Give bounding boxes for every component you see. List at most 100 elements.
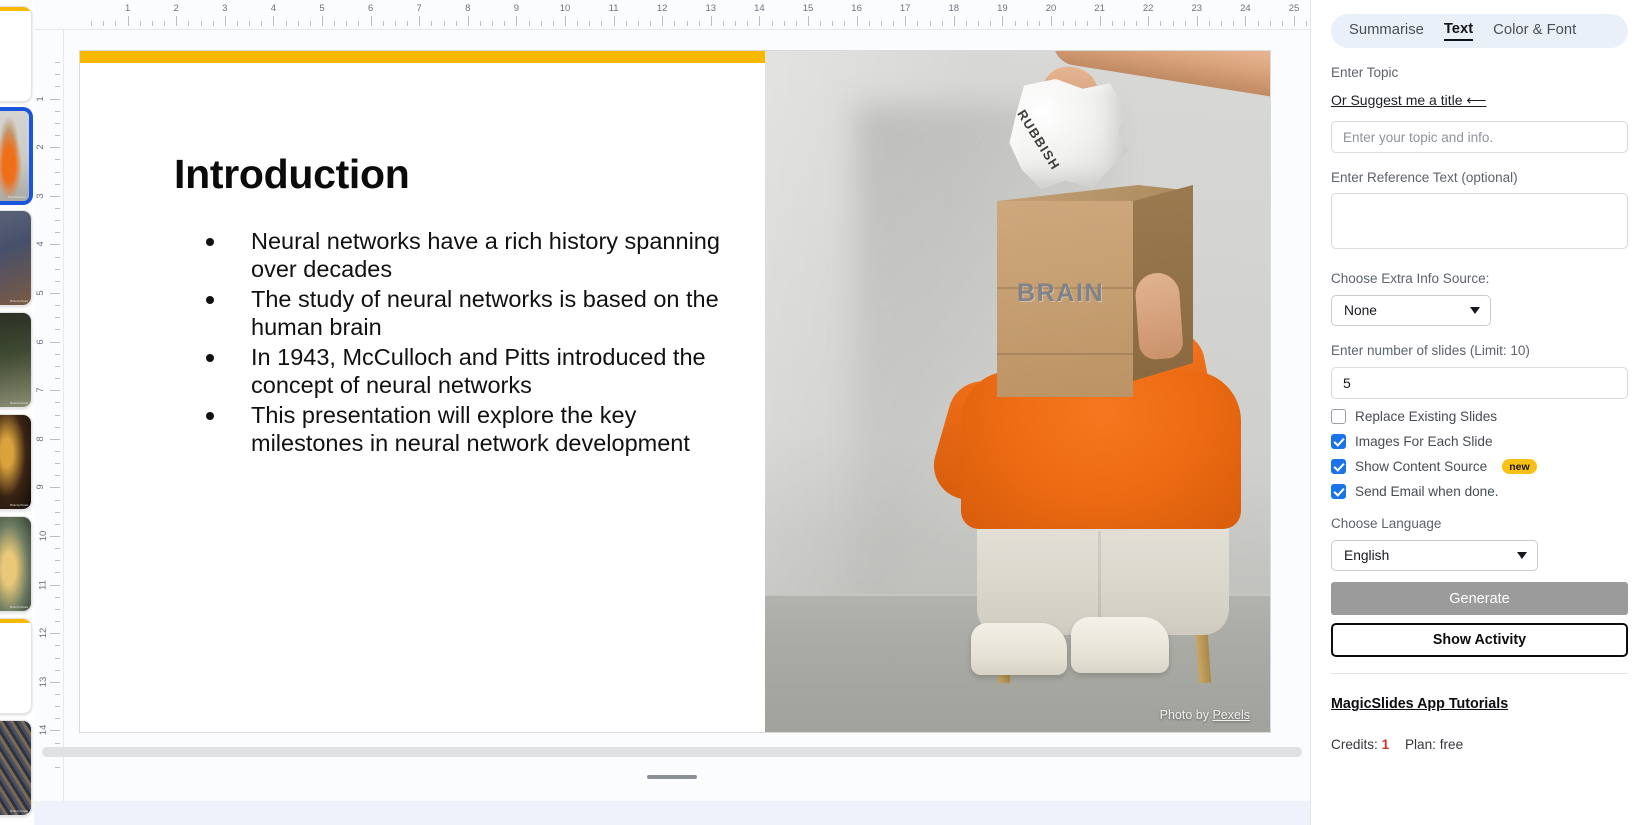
vertical-ruler: 1234567891011121314 [34, 30, 64, 825]
generate-button[interactable]: Generate [1331, 582, 1628, 615]
ruler-tick-minor [881, 21, 882, 26]
checkbox-row-images-for-each-slide[interactable]: Images For Each Slide [1331, 434, 1628, 449]
slide-thumbnail-rail[interactable]: Photo by Pexels Photo by Pexels Photo by… [0, 0, 34, 825]
ruler-tick-minor [213, 21, 214, 26]
ruler-tick-minor [55, 560, 60, 561]
sidebar-tab-bar[interactable]: Summarise Text Color & Font [1331, 14, 1628, 48]
ruler-tick-minor [966, 21, 967, 26]
slide-thumb-6[interactable]: Photo by Pexels [0, 516, 32, 612]
checkbox-label: Send Email when done. [1355, 484, 1499, 499]
ruler-tick-minor [55, 706, 60, 707]
ruler-tick-minor [601, 21, 602, 26]
credits-label: Credits: [1331, 737, 1378, 752]
ruler-tick-minor [699, 21, 700, 26]
ruler-tick-minor [55, 317, 60, 318]
plan-value: free [1440, 737, 1463, 752]
thumb-credit: Photo by Pexels [10, 810, 28, 813]
thumb-image [0, 211, 31, 305]
ruler-tick-minor [55, 232, 60, 233]
topic-input[interactable] [1331, 121, 1628, 153]
ruler-tick-minor [1112, 21, 1113, 26]
ruler-tick-minor [1075, 21, 1076, 26]
ruler-tick-minor [796, 21, 797, 26]
checkbox-row-show-content-source[interactable]: Show Content Source new [1331, 459, 1628, 474]
slide-thumb-5[interactable]: Photo by Pexels [0, 414, 32, 510]
ruler-tick-minor [1063, 21, 1064, 26]
photo-credit: Photo by Pexels [1160, 708, 1250, 722]
checkbox-send-email-when-done[interactable] [1331, 484, 1346, 499]
checkbox-row-send-email[interactable]: Send Email when done. [1331, 484, 1628, 499]
tab-color-font[interactable]: Color & Font [1493, 22, 1576, 40]
ruler-tick-minor [55, 86, 60, 87]
language-select-wrap: English [1331, 540, 1628, 571]
ruler-tick-minor [55, 354, 60, 355]
slide-bullet-item[interactable]: This presentation will explore the key m… [193, 401, 747, 457]
ruler-label: 22 [1143, 3, 1154, 14]
extra-info-source-label: Choose Extra Info Source: [1331, 271, 1628, 286]
panel-resize-handle[interactable] [647, 775, 697, 779]
checkbox-images-for-each-slide[interactable] [1331, 434, 1346, 449]
reference-text-area[interactable] [1331, 193, 1628, 249]
ruler-tick-minor [1124, 21, 1125, 26]
ruler-tick-minor [1282, 21, 1283, 26]
thumb-credit: Photo by Pexels [8, 196, 26, 199]
slide-thumb-1[interactable] [0, 6, 32, 102]
checkbox-row-replace-existing-slides[interactable]: Replace Existing Slides [1331, 409, 1628, 424]
slides-count-input[interactable] [1331, 367, 1628, 399]
ruler-tick-minor [346, 21, 347, 26]
slide-title[interactable]: Introduction [174, 151, 410, 198]
ruler-label: 9 [514, 3, 519, 14]
ruler-tick-minor [55, 463, 60, 464]
current-slide[interactable]: Introduction Neural networks have a rich… [79, 50, 1271, 733]
slide-editor-canvas[interactable]: 1234567891011121314151617181920212223242… [34, 0, 1310, 825]
ruler-tick-minor [735, 21, 736, 26]
ruler-tick [50, 293, 60, 294]
credits-value: 1 [1382, 737, 1390, 752]
slide-bullet-item[interactable]: The study of neural networks is based on… [193, 285, 747, 341]
extra-info-source-select[interactable]: None [1331, 295, 1491, 326]
ruler-label: 3 [35, 193, 46, 198]
slide-image-pane[interactable]: RUBBISH BRA [765, 51, 1270, 732]
horizontal-ruler: 1234567891011121314151617181920212223242… [34, 0, 1310, 30]
tab-text[interactable]: Text [1444, 21, 1473, 41]
slide-thumb-2[interactable]: Photo by Pexels [0, 108, 32, 204]
photo-credit-link[interactable]: Pexels [1212, 708, 1250, 722]
ruler-label: 5 [319, 3, 324, 14]
checkbox-replace-existing-slides[interactable] [1331, 409, 1346, 424]
slide-thumb-8[interactable]: Photo by Pexels [0, 720, 32, 816]
slide-bullet-item[interactable]: Neural networks have a rich history span… [193, 227, 747, 283]
ruler-tick-minor [1173, 21, 1174, 26]
slide-thumb-4[interactable]: Photo by Pexels [0, 312, 32, 408]
ruler-tick [225, 16, 226, 26]
photo-box-seam [997, 353, 1133, 355]
suggest-title-link[interactable]: Or Suggest me a title ⟵ [1331, 92, 1486, 109]
magicslides-sidebar[interactable]: Summarise Text Color & Font Enter Topic … [1310, 0, 1650, 825]
ruler-tick-minor [1233, 21, 1234, 26]
ruler-tick [50, 682, 60, 683]
ruler-tick-minor [286, 21, 287, 26]
ruler-tick-minor [772, 21, 773, 26]
canvas-horizontal-scrollbar[interactable] [42, 747, 1302, 757]
language-select[interactable]: English [1331, 540, 1538, 571]
ruler-label: 25 [1289, 3, 1300, 14]
slide-thumb-3[interactable]: Photo by Pexels [0, 210, 32, 306]
ruler-tick-minor [55, 378, 60, 379]
thumb-image [0, 721, 31, 815]
magicslides-tutorials-link[interactable]: MagicSlides App Tutorials [1331, 696, 1508, 712]
slide-thumb-7[interactable] [0, 618, 32, 714]
ruler-tick-minor [55, 597, 60, 598]
ruler-tick-minor [893, 21, 894, 26]
checkbox-show-content-source[interactable] [1331, 459, 1346, 474]
ruler-tick [759, 16, 760, 26]
thumb-credit: Photo by Pexels [10, 300, 28, 303]
tab-summarise[interactable]: Summarise [1349, 22, 1424, 40]
ruler-tick [176, 16, 177, 26]
ruler-label: 15 [803, 3, 814, 14]
show-activity-button[interactable]: Show Activity [1331, 623, 1628, 657]
ruler-label: 5 [35, 290, 46, 295]
ruler-tick-minor [201, 21, 202, 26]
thumb-credit: Photo by Pexels [10, 606, 28, 609]
slide-bullet-item[interactable]: In 1943, McCulloch and Pitts introduced … [193, 343, 747, 399]
ruler-label: 6 [368, 3, 373, 14]
ruler-tick [711, 16, 712, 26]
